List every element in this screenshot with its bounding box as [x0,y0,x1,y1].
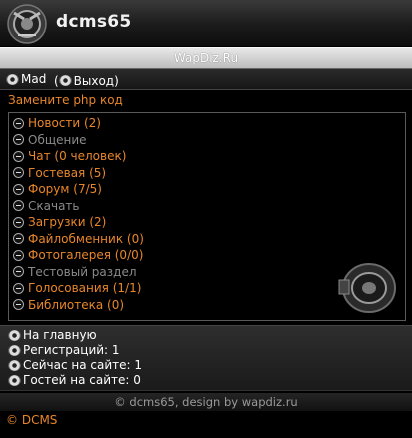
site-info: На главную Регистраций: 1 Сейчас на сайт… [0,325,412,391]
username[interactable]: Mad [21,69,46,89]
main-menu: Новости (2) Общение Чат (0 человек) Гост… [8,112,406,321]
menu-item-label[interactable]: Голосования (1/1) [28,280,141,297]
site-title-bar: WapDiz.Ru [0,47,412,69]
logout-label[interactable]: Выход [74,71,114,91]
bullet-icon [13,167,24,179]
registration-icon [8,345,21,356]
notice-message: Замените php код [8,93,123,107]
footer-credit: © dcms65, design by wapdiz.ru [0,393,412,411]
menu-item-chat[interactable]: Чат (0 человек) [13,148,405,165]
guests-row[interactable]: Гостей на сайте: 0 [8,373,404,388]
menu-item-guestbook[interactable]: Гостевая (5) [13,165,405,182]
bullet-icon [13,200,24,212]
site-header: dcms65 [0,0,412,47]
user-profile-link[interactable]: Mad [6,69,46,89]
menu-item-label[interactable]: Форум (7/5) [28,181,102,198]
menu-item-label: Тестовый раздел [28,264,137,279]
guests-label[interactable]: Гостей на сайте: 0 [23,373,141,388]
menu-item-download-section: Скачать [13,198,405,215]
online-icon [8,360,21,371]
menu-item-label[interactable]: Библиотека (0) [28,297,124,314]
bullet-icon [13,117,24,129]
online-now-label[interactable]: Сейчас на сайте: 1 [23,358,142,373]
bullet-icon [13,134,24,146]
registrations-row[interactable]: Регистраций: 1 [8,343,404,358]
logout-icon [58,75,72,86]
bullet-icon [13,299,24,311]
home-label[interactable]: На главную [23,328,97,343]
bullet-icon [13,233,24,245]
online-now-row[interactable]: Сейчас на сайте: 1 [8,358,404,373]
bullet-icon [13,282,24,294]
logout-link[interactable]: ( Выход ) [50,71,119,91]
menu-item-downloads[interactable]: Загрузки (2) [13,214,405,231]
bullet-icon [13,249,24,261]
speaker-decoration-icon [338,263,396,313]
menu-item-label[interactable]: Фотогалерея (0/0) [28,247,143,264]
menu-item-label[interactable]: Загрузки (2) [28,214,106,231]
menu-item-label[interactable]: Новости (2) [28,115,101,132]
menu-item-label[interactable]: Чат (0 человек) [28,148,126,165]
home-link[interactable]: На главную [8,328,404,343]
menu-item-forum[interactable]: Форум (7/5) [13,181,405,198]
menu-item-label: Общение [28,132,87,147]
site-title[interactable]: WapDiz.Ru [174,51,238,65]
copyright: © DCMS [0,411,412,429]
guests-icon [8,375,21,386]
home-icon [8,330,21,341]
menu-item-news[interactable]: Новости (2) [13,115,405,132]
bullet-icon [13,150,24,162]
user-bar: Mad ( Выход ) [0,69,412,90]
dcms-link[interactable]: DCMS [22,413,58,427]
bullet-icon [13,216,24,228]
bullet-icon [13,183,24,195]
menu-item-label[interactable]: Файлобменник (0) [28,231,144,248]
logo-mascot-icon[interactable] [6,3,48,45]
menu-item-label[interactable]: Гостевая (5) [28,165,106,182]
menu-item-label: Скачать [28,198,80,213]
bullet-icon [13,266,24,278]
menu-item-chat-section: Общение [13,132,405,149]
copyright-symbol: © [6,413,18,427]
site-name[interactable]: dcms65 [56,12,132,32]
registrations-label[interactable]: Регистраций: 1 [23,343,120,358]
user-icon [6,73,19,85]
menu-item-file-exchange[interactable]: Файлобменник (0) [13,231,405,248]
